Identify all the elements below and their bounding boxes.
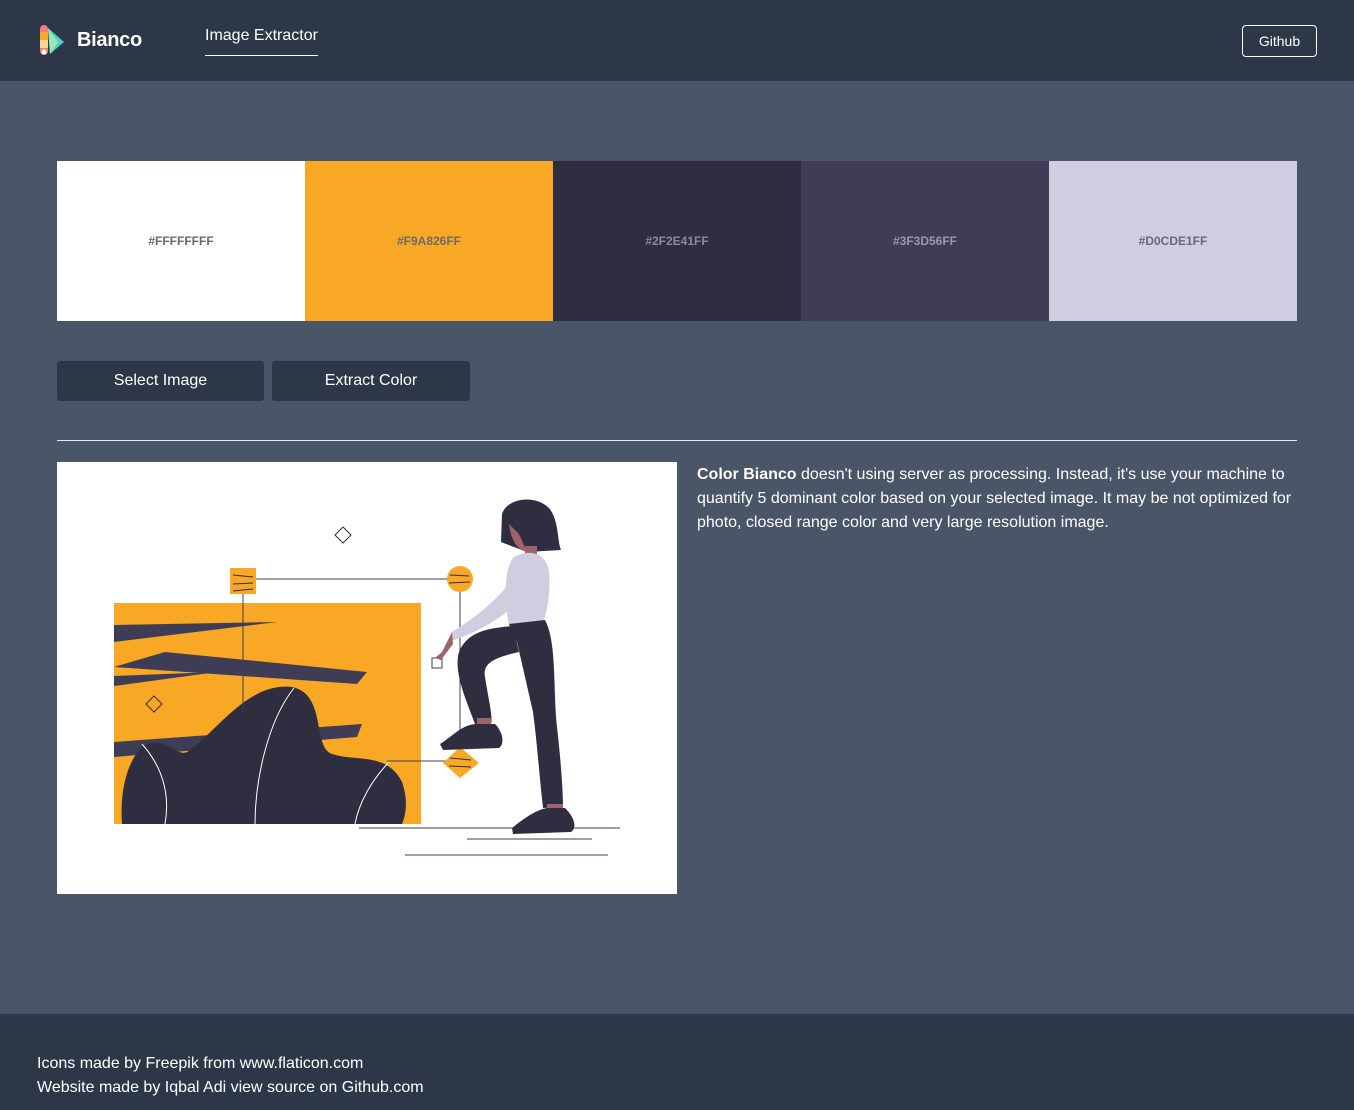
- swatch-label: #3F3D56FF: [892, 234, 958, 248]
- navbar: Bianco Image Extractor Github: [0, 0, 1354, 81]
- swatch-4: #3F3D56FF: [801, 161, 1049, 321]
- swatch-label: #FFFFFFFF: [148, 234, 214, 248]
- select-image-button[interactable]: Select Image: [57, 361, 264, 401]
- footer: Icons made by Freepik from www.flaticon.…: [0, 1014, 1354, 1110]
- swatch-label: #2F2E41FF: [645, 234, 709, 248]
- footer-credit-website: Website made by Iqbal Adi view source on…: [37, 1079, 424, 1096]
- description-strong: Color Bianco: [697, 466, 797, 483]
- github-button[interactable]: Github: [1242, 25, 1317, 57]
- swatch-label: #D0CDE1FF: [1138, 234, 1208, 248]
- footer-credit-icons: Icons made by Freepik from www.flaticon.…: [37, 1055, 364, 1072]
- color-palette-logo-icon[interactable]: [38, 24, 68, 58]
- swatch-2: #F9A826FF: [305, 161, 553, 321]
- swatch-3: #2F2E41FF: [553, 161, 801, 321]
- swatch-5: #D0CDE1FF: [1049, 161, 1297, 321]
- extract-color-button[interactable]: Extract Color: [272, 361, 470, 401]
- swatch-label: #F9A826FF: [396, 234, 462, 248]
- divider: [57, 440, 1297, 441]
- color-palette: #FFFFFFFF #F9A826FF #2F2E41FF #3F3D56FF …: [57, 161, 1297, 321]
- nav-image-extractor[interactable]: Image Extractor: [205, 27, 318, 56]
- preview-illustration: [114, 499, 620, 856]
- description: Color Bianco doesn't using server as pro…: [697, 463, 1307, 535]
- image-preview: [57, 462, 677, 894]
- swatch-1: #FFFFFFFF: [57, 161, 305, 321]
- brand-name[interactable]: Bianco: [77, 29, 142, 52]
